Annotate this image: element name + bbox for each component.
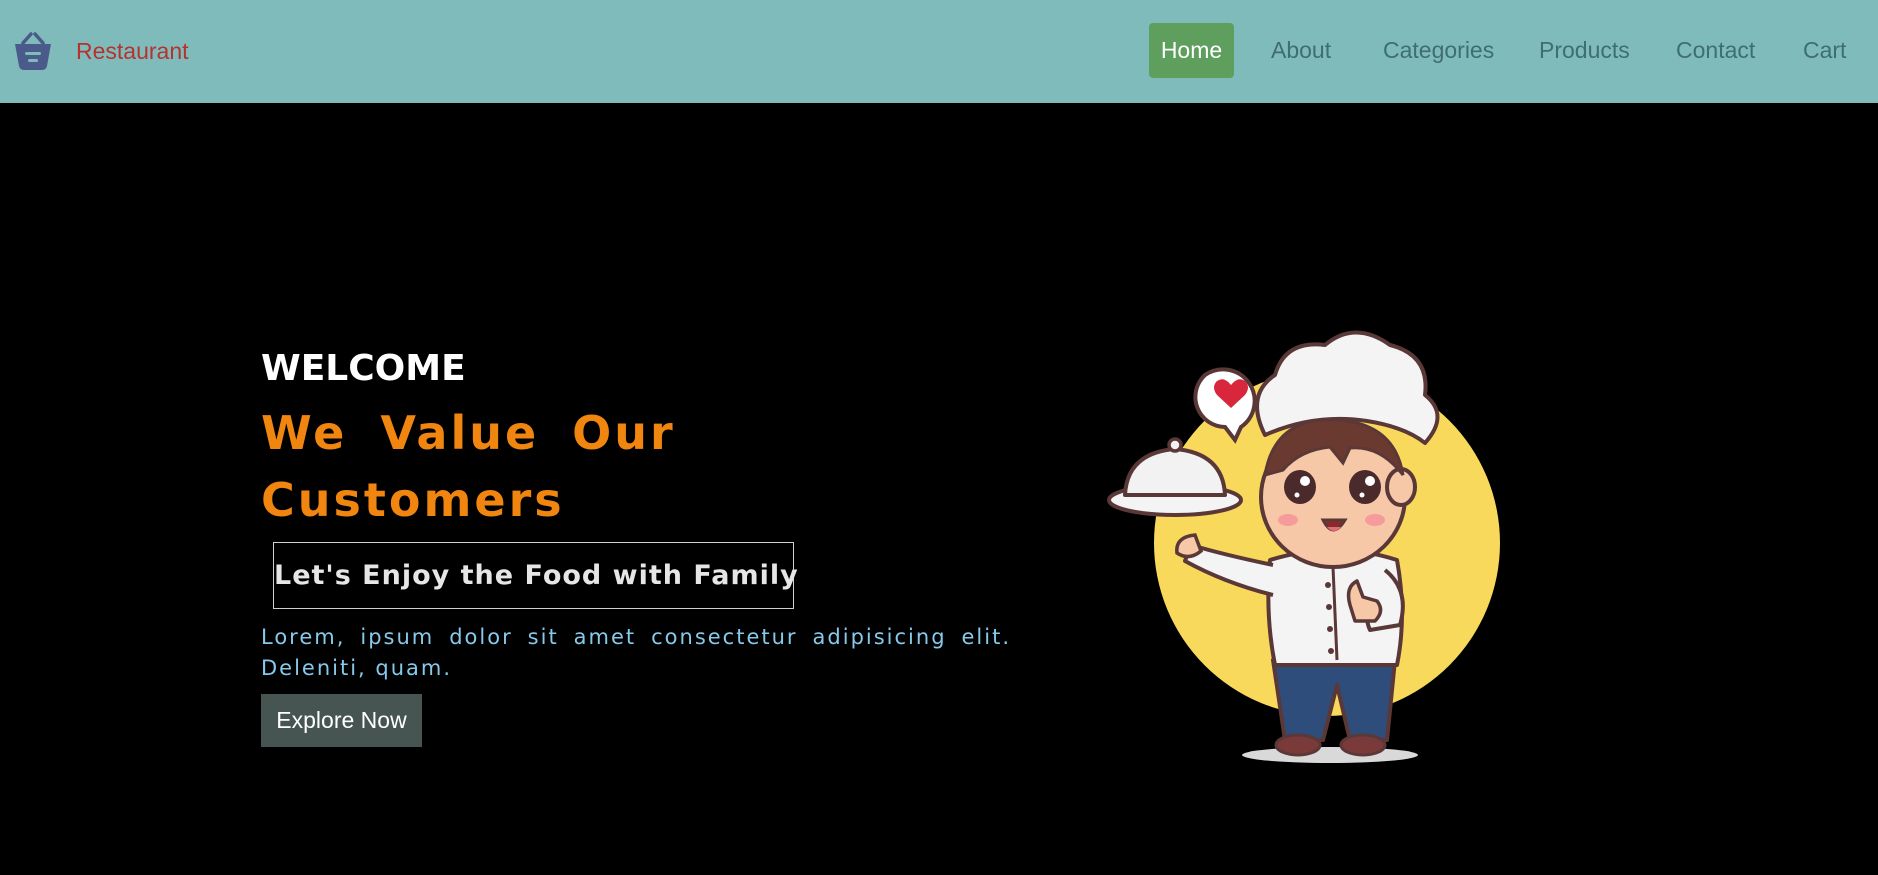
explore-now-button[interactable]: Explore Now <box>261 694 422 747</box>
nav-contact[interactable]: Contact <box>1676 23 1755 78</box>
hero-headline: We Value Our Customers <box>261 406 676 527</box>
brand-link[interactable]: Restaurant <box>12 28 189 74</box>
chef-illustration <box>1107 330 1500 763</box>
nav-categories[interactable]: Categories <box>1383 23 1494 78</box>
nav-about[interactable]: About <box>1271 23 1331 78</box>
nav-cart[interactable]: Cart <box>1803 23 1846 78</box>
hero-description: Lorem, ipsum dolor sit amet consectetur … <box>261 625 1011 680</box>
welcome-heading: WELCOME <box>261 348 466 389</box>
nav-home[interactable]: Home <box>1149 23 1234 78</box>
brand-name[interactable]: Restaurant <box>76 38 189 65</box>
basket-icon <box>15 32 51 70</box>
nav-products[interactable]: Products <box>1539 23 1630 78</box>
hero-tagline: Let's Enjoy the Food with Family <box>273 542 798 609</box>
navbar: Restaurant Home About Categories Product… <box>0 0 1878 103</box>
